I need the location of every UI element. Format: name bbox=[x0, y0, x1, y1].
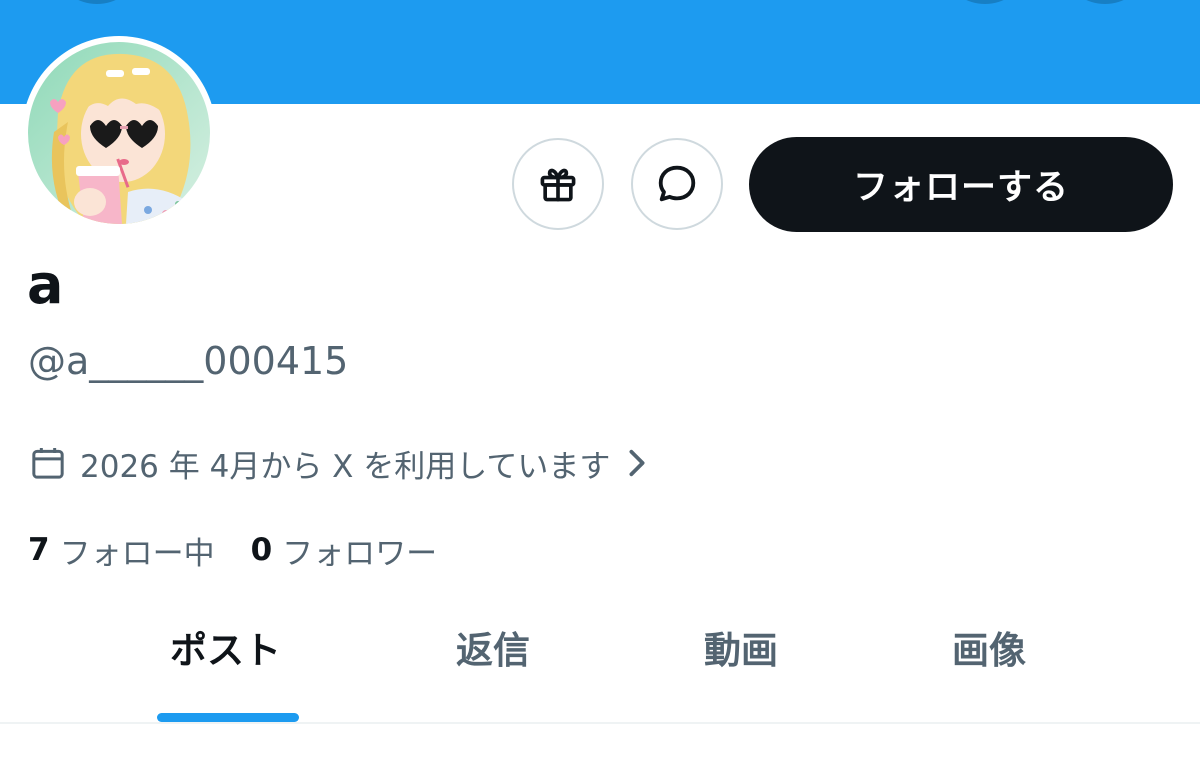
profile-tabs: ポスト 返信 動画 画像 bbox=[0, 600, 1200, 722]
joined-date-row[interactable]: 2026 年 4月から X を利用しています bbox=[28, 442, 650, 485]
search-button[interactable] bbox=[950, 0, 1020, 4]
gift-icon bbox=[540, 168, 576, 202]
followers-count[interactable]: 0 bbox=[251, 532, 273, 568]
followers-label[interactable]: フォロワー bbox=[282, 528, 437, 573]
tab-images[interactable]: 画像 bbox=[952, 632, 1026, 669]
following-count[interactable]: 7 bbox=[28, 532, 50, 568]
avatar-image bbox=[28, 42, 210, 224]
follow-button[interactable]: フォローする bbox=[749, 137, 1173, 232]
message-bubble-icon bbox=[658, 165, 696, 202]
avatar[interactable] bbox=[22, 36, 216, 230]
follow-stats: 7 フォロー中 0 フォロワー bbox=[28, 528, 437, 572]
message-button[interactable] bbox=[631, 138, 723, 230]
following-label[interactable]: フォロー中 bbox=[60, 528, 215, 573]
gift-button[interactable] bbox=[512, 138, 604, 230]
tabs-divider bbox=[0, 722, 1200, 724]
profile-page: フォローする a @a______000415 2026 年 4月から X を利… bbox=[0, 0, 1200, 768]
active-tab-indicator bbox=[157, 713, 299, 722]
tab-replies[interactable]: 返信 bbox=[456, 632, 530, 669]
calendar-icon bbox=[32, 448, 64, 479]
display-name: a bbox=[27, 253, 64, 316]
back-button[interactable] bbox=[62, 0, 132, 4]
more-button[interactable] bbox=[1070, 0, 1140, 4]
tab-posts[interactable]: ポスト bbox=[170, 632, 281, 669]
joined-date-text: 2026 年 4月から X を利用しています bbox=[80, 448, 611, 485]
username-handle: @a______000415 bbox=[28, 339, 349, 383]
chevron-right-icon bbox=[629, 449, 645, 477]
tab-videos[interactable]: 動画 bbox=[704, 632, 778, 669]
